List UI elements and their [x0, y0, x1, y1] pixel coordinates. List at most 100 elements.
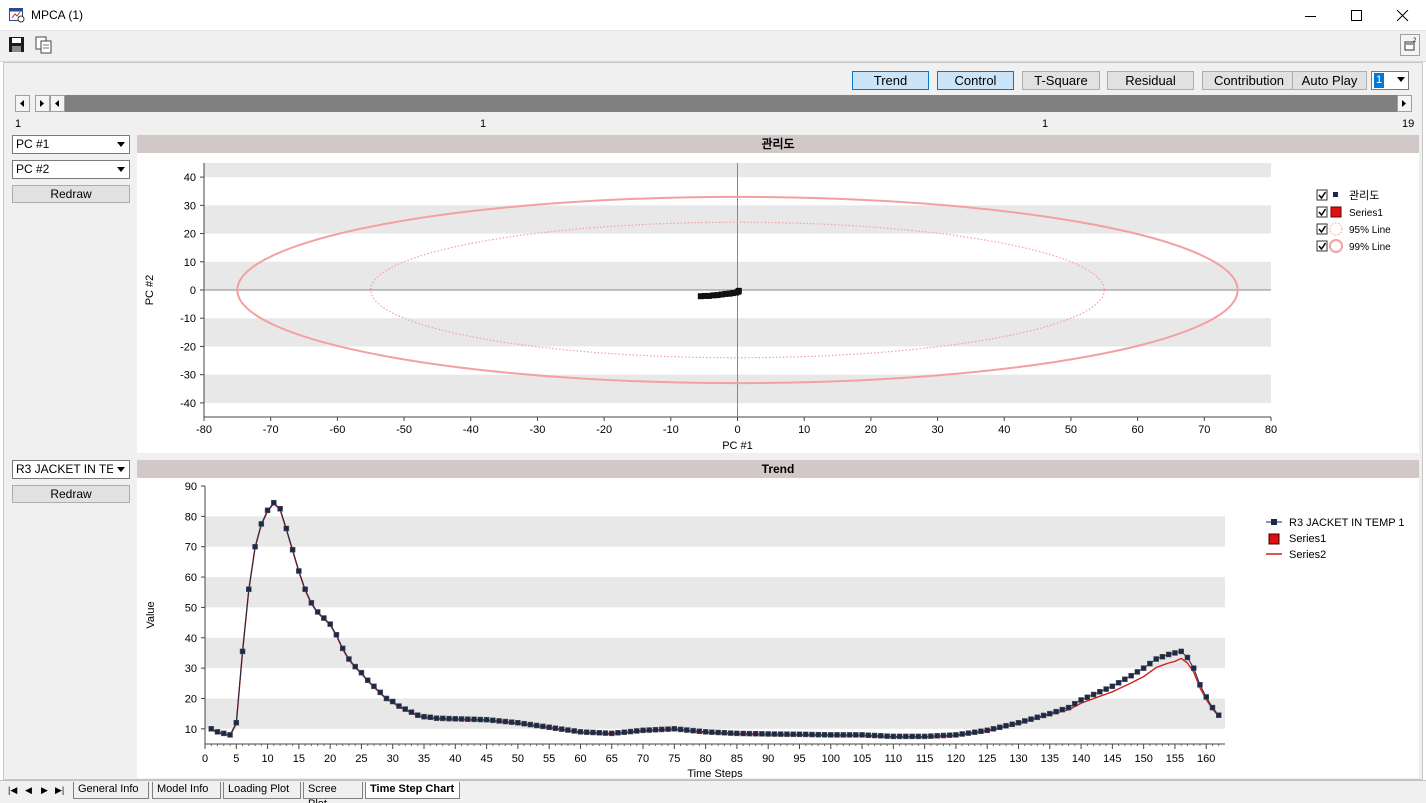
sheet-tab-bar: |◀ ◀ ▶ ▶| General Info Model Info Loadin…: [0, 780, 1426, 803]
x-tick-label: 60: [1132, 424, 1144, 436]
trend-point: [909, 733, 915, 740]
trend-point: [483, 716, 490, 723]
t-square-button[interactable]: T-Square: [1022, 71, 1100, 90]
control-mode-button[interactable]: Control: [937, 71, 1014, 90]
range-position-label: 1: [480, 118, 487, 130]
x-tick-label: 50: [512, 753, 524, 765]
trend-point: [640, 727, 646, 734]
x-tick-label: 50: [1065, 424, 1077, 436]
legend-label: Series1: [1289, 533, 1326, 545]
x-tick-label: 70: [1198, 424, 1210, 436]
residual-button[interactable]: Residual: [1107, 71, 1194, 90]
y-tick-label: 70: [185, 542, 197, 554]
legend-marker-trend: [1271, 519, 1277, 525]
trend-point: [502, 718, 509, 725]
tab-loading-plot[interactable]: Loading Plot: [223, 782, 301, 799]
grid-band: [205, 698, 1225, 729]
maximize-icon: [1351, 10, 1362, 21]
trend-point: [296, 568, 302, 574]
legend-marker-scores: [1333, 192, 1338, 197]
last-sheet-icon[interactable]: ▶|: [55, 785, 64, 796]
x-tick-label: 95: [793, 753, 805, 765]
legend-checkbox: [1316, 189, 1328, 201]
trend-point: [596, 730, 602, 736]
x-component-select[interactable]: PC #1: [12, 135, 130, 154]
control-redraw-button[interactable]: Redraw: [12, 185, 130, 203]
trend-point: [878, 733, 884, 739]
trend-chart-title: Trend: [137, 460, 1419, 478]
trend-point: [477, 716, 484, 723]
trend-point: [659, 726, 665, 733]
trend-mode-button[interactable]: Trend: [852, 71, 929, 90]
app-icon: [9, 8, 25, 23]
x-tick-label: 105: [853, 753, 871, 765]
copy-button[interactable]: [33, 34, 55, 56]
scroll-right-button[interactable]: [1397, 95, 1412, 112]
legend-marker-95: [1329, 222, 1343, 236]
trend-point: [264, 507, 271, 514]
tab-scree-plot[interactable]: Scree Plot: [303, 782, 363, 803]
scroll-thumb-right-arrow[interactable]: [35, 95, 50, 112]
trend-point: [696, 728, 703, 735]
y-axis-label: PC #2: [144, 275, 156, 306]
trend-point: [802, 731, 809, 738]
contribution-button[interactable]: Contribution: [1202, 71, 1296, 90]
trend-point: [1003, 723, 1009, 729]
range-max-label: 19: [1402, 118, 1415, 130]
tab-general-info[interactable]: General Info: [73, 782, 149, 799]
x-tick-label: 40: [449, 753, 461, 765]
auto-play-button[interactable]: Auto Play: [1292, 71, 1367, 90]
x-tick-label: 65: [606, 753, 618, 765]
x-tick-label: 75: [668, 753, 680, 765]
trend-point: [314, 609, 321, 615]
trend-point: [846, 732, 853, 738]
tab-model-info[interactable]: Model Info: [152, 782, 221, 799]
trend-point: [1128, 672, 1134, 679]
x-tick-label: 90: [762, 753, 774, 765]
svg-text:2: 2: [1413, 38, 1417, 44]
trend-point: [1153, 656, 1159, 662]
trend-point: [740, 730, 746, 737]
x-tick-label: -70: [263, 424, 279, 436]
content-area: Trend Control T-Square Residual Contribu…: [3, 62, 1423, 780]
trend-point: [415, 712, 421, 718]
scroll-thumb-left-arrow[interactable]: [50, 95, 65, 112]
trend-point: [527, 721, 534, 728]
trend-point: [940, 732, 947, 739]
close-icon: [1397, 10, 1409, 22]
x-tick-label: 70: [637, 753, 649, 765]
trend-point: [227, 732, 233, 738]
scroll-left-button[interactable]: [15, 95, 30, 112]
trend-point: [684, 727, 690, 733]
trend-redraw-button[interactable]: Redraw: [12, 485, 130, 503]
x-tick-label: 80: [1265, 424, 1277, 436]
next-sheet-icon[interactable]: ▶: [41, 785, 48, 796]
save-button[interactable]: [6, 34, 28, 56]
trend-point: [239, 648, 246, 655]
first-sheet-icon[interactable]: |◀: [8, 785, 17, 796]
x-tick-label: 115: [916, 753, 934, 765]
time-scrollbar-track[interactable]: [65, 95, 1397, 112]
speed-select[interactable]: 1: [1371, 71, 1409, 90]
maximize-button[interactable]: [1334, 0, 1380, 31]
trend-variable-select[interactable]: R3 JACKET IN TE: [12, 460, 130, 479]
trend-point: [508, 719, 515, 725]
close-button[interactable]: [1380, 0, 1426, 31]
trend-point: [727, 730, 734, 736]
trend-point: [1178, 648, 1184, 655]
title-bar: MPCA (1): [0, 0, 1426, 31]
y-component-select[interactable]: PC #2: [12, 160, 130, 179]
legend-marker-99: [1329, 239, 1343, 253]
trend-point: [1159, 653, 1166, 660]
prev-sheet-icon[interactable]: ◀: [25, 785, 32, 796]
trend-point: [364, 677, 371, 684]
x-axis-label: Time Steps: [687, 768, 743, 778]
trend-chart-panel: 10 20 30 40 50 60 70 80 90 0 5 10 15 20 25 30 35 40 45 50 55…: [137, 478, 1419, 780]
trend-point: [646, 727, 653, 733]
trend-point: [615, 730, 621, 736]
minimize-button[interactable]: [1288, 0, 1334, 31]
trend-point: [490, 717, 496, 724]
y-tick-label: 30: [185, 663, 197, 675]
panel-options-button[interactable]: 2: [1400, 34, 1420, 56]
tab-time-step-chart[interactable]: Time Step Chart: [365, 782, 460, 799]
